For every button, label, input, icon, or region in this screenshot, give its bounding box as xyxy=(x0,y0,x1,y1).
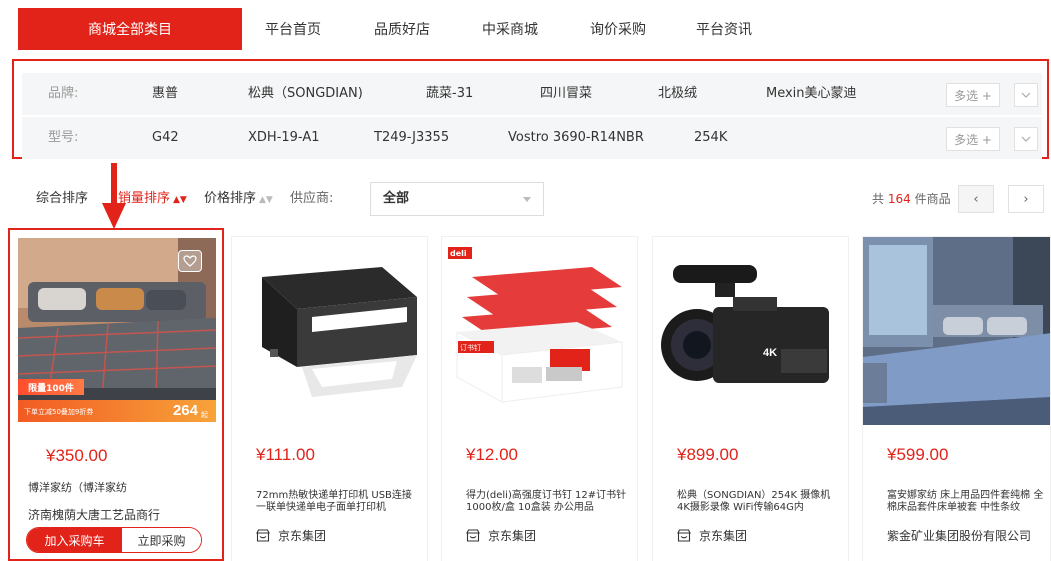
brand-label: 品牌: xyxy=(48,86,79,101)
top-nav: 商城全部类目 平台首页 品质好店 中采商城 询价采购 平台资讯 xyxy=(0,0,1051,52)
shop-name[interactable]: 京东集团 xyxy=(466,527,536,544)
chevron-right-icon: › xyxy=(1023,191,1029,207)
product-image[interactable]: 限量100件 下单立减50叠加9折券 264 起 xyxy=(18,238,216,422)
product-image[interactable] xyxy=(863,237,1050,425)
total-number: 164 xyxy=(887,192,911,206)
box-label: 订书钉 xyxy=(460,344,481,352)
product-card[interactable]: 4K ¥899.00 松典（SONGDIAN）254K 摄像机4K摄影录像 Wi… xyxy=(652,236,849,561)
sort-price-label: 价格排序 xyxy=(204,191,257,206)
product-image[interactable]: 4K xyxy=(653,237,848,425)
store-icon xyxy=(256,529,270,542)
chevron-down-icon xyxy=(1021,136,1031,142)
limited-qty-tag: 限量100件 xyxy=(18,379,84,395)
tab-quality-shops[interactable]: 品质好店 xyxy=(374,8,430,50)
product-price: ¥111.00 xyxy=(256,445,315,464)
buy-now-button[interactable]: 立即采购 xyxy=(122,528,201,552)
product-card[interactable]: deli 订书钉 ¥12.00 得力(deli)高强度订书钉 12#订书针 10… xyxy=(441,236,638,561)
annotation-arrow-icon xyxy=(102,163,126,229)
brand-option[interactable]: 松典（SONGDIAN) xyxy=(248,73,363,115)
printer-image xyxy=(232,237,427,425)
model-label: 型号: xyxy=(48,130,79,145)
product-image[interactable] xyxy=(232,237,427,425)
model-option[interactable]: T249-J3355 xyxy=(374,117,449,159)
tab-platform-home[interactable]: 平台首页 xyxy=(265,8,321,50)
shop-name-label: 紫金矿业集团股份有限公司 xyxy=(887,529,1032,543)
supplier-label: 供应商: xyxy=(290,191,334,206)
sort-arrows-icon: ▲▼ xyxy=(259,195,273,205)
product-card[interactable]: 限量100件 下单立减50叠加9折券 264 起 ¥350.00 博洋家纺（博洋… xyxy=(8,228,224,561)
model-option[interactable]: G42 xyxy=(152,117,179,159)
product-price: ¥12.00 xyxy=(466,445,518,464)
model-multi-select-button[interactable]: 多选 + xyxy=(946,127,1000,151)
product-price: ¥599.00 xyxy=(887,445,949,464)
brand-filter-row: 品牌: 惠普 松典（SONGDIAN) 蔬菜-31 四川冒菜 北极绒 Mexin… xyxy=(22,73,1042,115)
promo-bar: 下单立减50叠加9折券 264 起 xyxy=(18,400,216,422)
add-to-cart-button[interactable]: 加入采购车 xyxy=(27,528,122,552)
brand-option[interactable]: 惠普 xyxy=(152,73,178,115)
supplier-select[interactable]: 全部 xyxy=(370,182,544,216)
product-title[interactable]: 松典（SONGDIAN）254K 摄像机4K摄影录像 WiFi传输64G内 xyxy=(677,490,839,514)
card-action-buttons: 加入采购车 立即采购 xyxy=(26,527,202,553)
total-suffix: 件商品 xyxy=(914,192,951,206)
brand-expand-button[interactable] xyxy=(1014,83,1038,107)
bedroom-image xyxy=(863,237,1050,425)
product-title[interactable]: 72mm热敏快递单打印机 USB连接一联单快递单电子面单打印机 xyxy=(256,490,418,514)
brand-option[interactable]: 蔬菜-31 xyxy=(426,73,473,115)
product-title[interactable]: 富安娜家纺 床上用品四件套纯棉 全棉床品套件床单被套 中性条纹 xyxy=(887,490,1047,514)
chevron-down-icon xyxy=(1021,92,1031,98)
product-image[interactable]: deli 订书钉 xyxy=(442,237,637,425)
shop-name-label: 京东集团 xyxy=(488,529,537,543)
brand-option[interactable]: 北极绒 xyxy=(658,73,697,115)
supplier-select-value: 全部 xyxy=(383,191,410,206)
tab-platform-news[interactable]: 平台资讯 xyxy=(696,8,752,50)
favorite-button[interactable] xyxy=(178,250,202,272)
model-expand-button[interactable] xyxy=(1014,127,1038,151)
promo-price: 264 xyxy=(172,402,198,419)
tab-inquiry-purchase[interactable]: 询价采购 xyxy=(590,8,646,50)
shop-name[interactable]: 紫金矿业集团股份有限公司 xyxy=(887,527,1031,544)
sort-bar: 综合排序 销量排序 ▲▼ 价格排序 ▲▼ 供应商: 全部 共 164 件商品 ‹ › xyxy=(18,180,1044,218)
tab-central-mall[interactable]: 中采商城 xyxy=(482,8,538,50)
brand-multi-select-button[interactable]: 多选 + xyxy=(946,83,1000,107)
sort-sales[interactable]: 销量排序 ▲▼ xyxy=(118,180,187,218)
product-title[interactable]: 博洋家纺（博洋家纺 xyxy=(28,479,127,495)
product-card[interactable]: ¥599.00 富安娜家纺 床上用品四件套纯棉 全棉床品套件床单被套 中性条纹 … xyxy=(862,236,1051,561)
shop-name[interactable]: 京东集团 xyxy=(256,527,326,544)
tab-all-categories[interactable]: 商城全部类目 xyxy=(18,8,242,50)
total-count: 共 164 件商品 xyxy=(872,180,951,218)
sort-comprehensive[interactable]: 综合排序 xyxy=(36,180,88,218)
brand-option[interactable]: 四川冒菜 xyxy=(540,73,592,115)
store-icon xyxy=(677,529,691,542)
next-page-button[interactable]: › xyxy=(1008,185,1044,213)
deli-logo: deli xyxy=(450,249,467,258)
model-filter-row: 型号: G42 XDH-19-A1 T249-J3355 Vostro 3690… xyxy=(22,117,1042,159)
shop-name[interactable]: 京东集团 xyxy=(677,527,747,544)
heart-icon xyxy=(183,255,197,267)
caret-down-icon xyxy=(523,197,531,202)
filter-panel: 品牌: 惠普 松典（SONGDIAN) 蔬菜-31 四川冒菜 北极绒 Mexin… xyxy=(12,59,1049,159)
model-option[interactable]: XDH-19-A1 xyxy=(248,117,320,159)
sort-price[interactable]: 价格排序 ▲▼ xyxy=(204,180,273,218)
promo-unit: 起 xyxy=(201,411,208,419)
shop-name-label: 京东集团 xyxy=(699,529,748,543)
product-price: ¥350.00 xyxy=(46,446,108,465)
shop-name[interactable]: 济南槐荫大唐工艺品商行 xyxy=(28,506,160,523)
product-card[interactable]: ¥111.00 72mm热敏快递单打印机 USB连接一联单快递单电子面单打印机 … xyxy=(231,236,428,561)
chevron-left-icon: ‹ xyxy=(973,191,979,207)
store-icon xyxy=(466,529,480,542)
product-price: ¥899.00 xyxy=(677,445,739,464)
total-prefix: 共 xyxy=(872,192,885,206)
camcorder-image xyxy=(653,237,848,425)
prev-page-button[interactable]: ‹ xyxy=(958,185,994,213)
4k-badge: 4K xyxy=(763,347,778,359)
shop-name-label: 京东集团 xyxy=(278,529,327,543)
staples-image xyxy=(442,237,637,425)
product-title[interactable]: 得力(deli)高强度订书钉 12#订书针 1000枚/盒 10盒装 办公用品 xyxy=(466,490,628,514)
brand-option[interactable]: Mexin美心蒙迪 xyxy=(766,73,857,115)
promo-text: 下单立减50叠加9折券 xyxy=(24,408,94,416)
sort-arrows-icon: ▲▼ xyxy=(173,195,187,205)
sort-comprehensive-label: 综合排序 xyxy=(36,191,89,206)
model-option[interactable]: 254K xyxy=(694,117,727,159)
model-option[interactable]: Vostro 3690-R14NBR xyxy=(508,117,644,159)
